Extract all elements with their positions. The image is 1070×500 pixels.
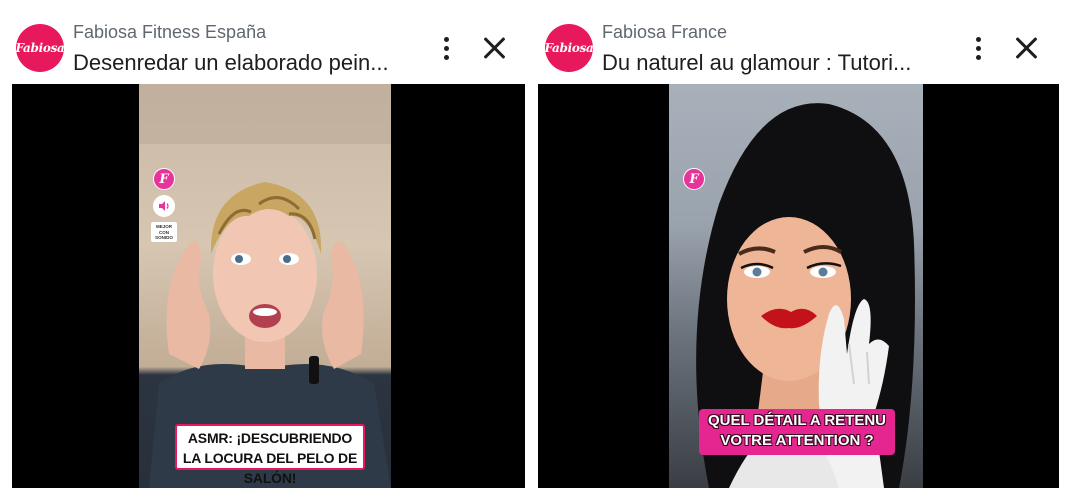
- avatar[interactable]: Fabiosa: [15, 24, 65, 72]
- page-name[interactable]: Fabiosa Fitness España: [73, 22, 266, 43]
- caption-line: QUEL DÉTAIL A RETENU: [707, 412, 887, 429]
- video-player[interactable]: F QUEL DÉTAIL A RETENU VOTRE ATTENTION ?: [538, 84, 1059, 488]
- speaker-icon[interactable]: [153, 195, 175, 217]
- page-name[interactable]: Fabiosa France: [602, 22, 727, 43]
- sound-hint-label: MEJOR CON SONIDO: [151, 222, 177, 242]
- video-frame[interactable]: F MEJOR CON SONIDO ASMR: ¡DESCUBRIENDO L…: [139, 84, 391, 488]
- more-options-icon[interactable]: [435, 35, 459, 63]
- avatar-logo: Fabiosa: [544, 41, 594, 55]
- caption-line: LA LOCURA DEL PELO DE SALÓN!: [182, 450, 358, 486]
- video-caption: ASMR: ¡DESCUBRIENDO LA LOCURA DEL PELO D…: [175, 424, 365, 486]
- avatar[interactable]: Fabiosa: [544, 24, 594, 72]
- close-icon[interactable]: [1013, 34, 1041, 62]
- post-header: Fabiosa Fabiosa Fitness España Desenreda…: [0, 0, 530, 84]
- sound-hint-line: SONIDO: [155, 235, 173, 240]
- post-header: Fabiosa Fabiosa France Du naturel au gla…: [535, 0, 1070, 84]
- post-card-fabiosa-fitness: Fabiosa Fabiosa Fitness España Desenreda…: [0, 0, 530, 500]
- post-title[interactable]: Du naturel au glamour : Tutori...: [602, 50, 947, 76]
- post-title[interactable]: Desenredar un elaborado pein...: [73, 50, 418, 76]
- avatar-logo: Fabiosa: [15, 41, 65, 55]
- caption-line: VOTRE ATTENTION ?: [720, 432, 874, 449]
- more-options-icon[interactable]: [967, 35, 991, 63]
- fabiosa-badge-icon: F: [153, 168, 175, 190]
- caption-line: ASMR: ¡DESCUBRIENDO: [187, 430, 353, 446]
- video-caption: QUEL DÉTAIL A RETENU VOTRE ATTENTION ?: [699, 409, 895, 455]
- post-card-fabiosa-france: Fabiosa Fabiosa France Du naturel au gla…: [535, 0, 1070, 500]
- fabiosa-badge-icon: F: [683, 168, 705, 190]
- video-frame[interactable]: F QUEL DÉTAIL A RETENU VOTRE ATTENTION ?: [669, 84, 923, 488]
- close-icon[interactable]: [481, 34, 509, 62]
- video-player[interactable]: F MEJOR CON SONIDO ASMR: ¡DESCUBRIENDO L…: [12, 84, 525, 488]
